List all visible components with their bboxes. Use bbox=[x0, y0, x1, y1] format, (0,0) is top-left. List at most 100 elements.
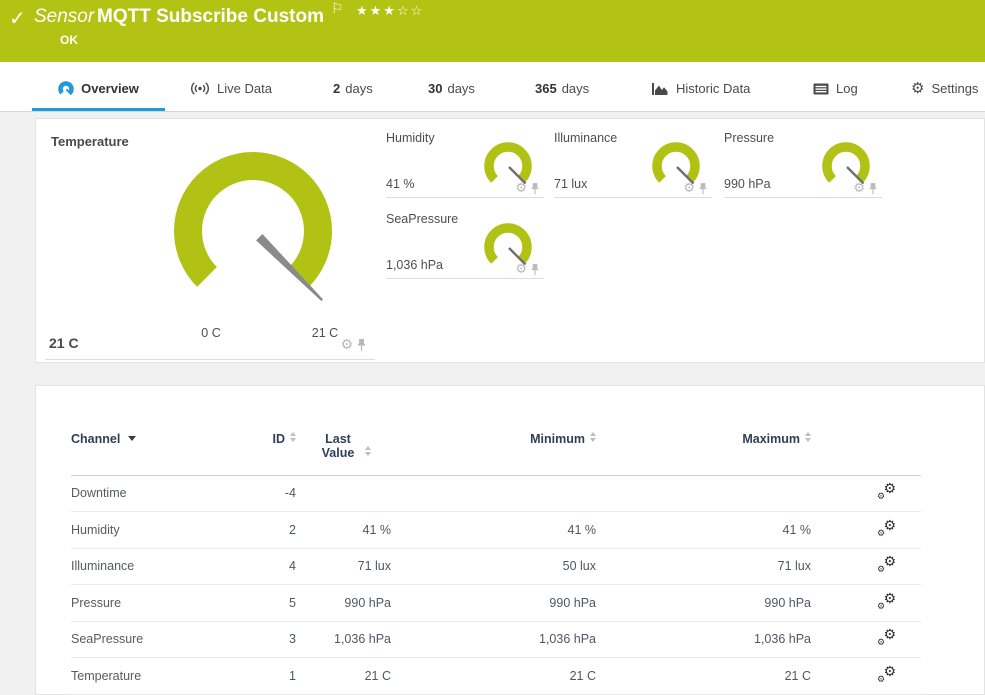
tab-bar: Overview Live Data 2 days 30 days 365 da… bbox=[0, 62, 985, 112]
tab-365-days[interactable]: 365 days bbox=[535, 62, 589, 111]
tab-30-days-number: 30 bbox=[428, 81, 442, 96]
gauge-current-value: 21 C bbox=[49, 335, 79, 351]
channel-settings-gear-icon[interactable]: ⚙ bbox=[515, 263, 527, 276]
status-badge: OK bbox=[60, 33, 78, 47]
tab-historic-data[interactable]: Historic Data bbox=[652, 62, 750, 111]
tab-settings[interactable]: ⚙ Settings bbox=[911, 62, 978, 111]
flag-icon[interactable]: ⚐ bbox=[331, 1, 344, 17]
gear-icon: ⚙ bbox=[883, 518, 896, 534]
tab-365-days-number: 365 bbox=[535, 81, 557, 96]
temperature-gauge bbox=[153, 141, 353, 321]
channel-minimum: 21 C bbox=[391, 658, 596, 695]
column-header-last-value-label: Last Value bbox=[316, 432, 360, 460]
channel-id: -4 bbox=[251, 475, 296, 512]
pin-icon[interactable] bbox=[698, 183, 708, 195]
area-chart-icon bbox=[652, 82, 669, 96]
channel-last-value bbox=[296, 475, 391, 512]
table-row[interactable]: Temperature 1 21 C 21 C 21 C ⚙⚙ bbox=[71, 658, 921, 695]
channel-maximum: 1,036 hPa bbox=[596, 621, 811, 658]
column-header-maximum[interactable]: Maximum bbox=[596, 386, 811, 475]
table-row[interactable]: SeaPressure 3 1,036 hPa 1,036 hPa 1,036 … bbox=[71, 621, 921, 658]
tab-overview[interactable]: Overview bbox=[32, 62, 165, 111]
gauge-tile-humidity[interactable]: Humidity 41 % ⚙ bbox=[386, 124, 544, 198]
tab-2-days-unit: days bbox=[345, 81, 372, 96]
channel-maximum: 21 C bbox=[596, 658, 811, 695]
priority-stars[interactable]: ★★★☆☆ bbox=[356, 4, 424, 19]
column-header-edit bbox=[811, 386, 921, 475]
gauge-scale-max: 21 C bbox=[307, 326, 343, 340]
pin-icon[interactable] bbox=[868, 183, 878, 195]
column-header-maximum-label: Maximum bbox=[742, 432, 800, 446]
gauge-current-value: 1,036 hPa bbox=[386, 258, 443, 272]
channel-id: 3 bbox=[251, 621, 296, 658]
gauges-panel: Temperature 0 C 21 C 21 C ⚙ Humidity 41 … bbox=[35, 118, 985, 363]
column-header-channel-label: Channel bbox=[71, 432, 120, 446]
channel-name: Temperature bbox=[71, 658, 251, 695]
gear-icon: ⚙ bbox=[883, 481, 896, 497]
channel-name: SeaPressure bbox=[71, 621, 251, 658]
gear-icon: ⚙ bbox=[883, 664, 896, 680]
tab-log[interactable]: Log bbox=[813, 62, 858, 111]
sensor-header: ✓ Sensor MQTT Subscribe Custom ⚐ ★★★☆☆ O… bbox=[0, 0, 985, 62]
column-header-minimum[interactable]: Minimum bbox=[391, 386, 596, 475]
edit-channel-gears-icon[interactable]: ⚙⚙ bbox=[877, 629, 896, 646]
channel-settings-gear-icon[interactable]: ⚙ bbox=[853, 182, 865, 195]
column-header-last-value[interactable]: Last Value bbox=[296, 386, 391, 475]
tab-live-data[interactable]: Live Data bbox=[190, 62, 272, 111]
tab-30-days[interactable]: 30 days bbox=[428, 62, 475, 111]
channel-last-value: 21 C bbox=[296, 658, 391, 695]
edit-channel-gears-icon[interactable]: ⚙⚙ bbox=[877, 593, 896, 610]
gear-icon: ⚙ bbox=[883, 591, 896, 607]
gear-icon: ⚙ bbox=[877, 602, 885, 612]
pin-icon[interactable] bbox=[356, 339, 367, 352]
tab-30-days-unit: days bbox=[447, 81, 474, 96]
sort-icon bbox=[590, 432, 596, 442]
column-header-channel[interactable]: Channel bbox=[71, 386, 251, 475]
gauge-tile-illuminance[interactable]: Illuminance 71 lux ⚙ bbox=[554, 124, 712, 198]
channel-minimum bbox=[391, 475, 596, 512]
channel-maximum: 990 hPa bbox=[596, 585, 811, 622]
tab-365-days-unit: days bbox=[562, 81, 589, 96]
gauge-title: Humidity bbox=[386, 131, 435, 145]
edit-channel-gears-icon[interactable]: ⚙⚙ bbox=[877, 520, 896, 537]
tab-log-label: Log bbox=[836, 81, 858, 96]
channel-id: 4 bbox=[251, 548, 296, 585]
pin-icon[interactable] bbox=[530, 183, 540, 195]
edit-channel-gears-icon[interactable]: ⚙⚙ bbox=[877, 483, 896, 500]
channel-maximum: 71 lux bbox=[596, 548, 811, 585]
channel-table-panel: Channel ID Last Value Minimum Maximum bbox=[35, 385, 985, 695]
column-header-id[interactable]: ID bbox=[251, 386, 296, 475]
gauge-title: Illuminance bbox=[554, 131, 617, 145]
channel-settings-gear-icon[interactable]: ⚙ bbox=[515, 182, 527, 195]
pin-icon[interactable] bbox=[530, 264, 540, 276]
table-row[interactable]: Downtime -4 ⚙⚙ bbox=[71, 475, 921, 512]
channel-minimum: 1,036 hPa bbox=[391, 621, 596, 658]
gauge-tile-seapressure[interactable]: SeaPressure 1,036 hPa ⚙ bbox=[386, 205, 544, 279]
object-kind-label: Sensor bbox=[34, 6, 94, 28]
edit-channel-gears-icon[interactable]: ⚙⚙ bbox=[877, 666, 896, 683]
tab-settings-label: Settings bbox=[931, 81, 978, 96]
table-row[interactable]: Humidity 2 41 % 41 % 41 % ⚙⚙ bbox=[71, 512, 921, 549]
channel-settings-gear-icon[interactable]: ⚙ bbox=[683, 182, 695, 195]
gear-icon: ⚙ bbox=[883, 627, 896, 643]
channel-settings-gear-icon[interactable]: ⚙ bbox=[340, 338, 353, 352]
tab-2-days[interactable]: 2 days bbox=[333, 62, 373, 111]
table-row[interactable]: Pressure 5 990 hPa 990 hPa 990 hPa ⚙⚙ bbox=[71, 585, 921, 622]
table-row[interactable]: Illuminance 4 71 lux 50 lux 71 lux ⚙⚙ bbox=[71, 548, 921, 585]
gauge-tile-temperature[interactable]: Temperature 0 C 21 C 21 C ⚙ bbox=[45, 123, 375, 360]
tab-historic-data-label: Historic Data bbox=[676, 81, 750, 96]
channel-last-value: 990 hPa bbox=[296, 585, 391, 622]
gear-icon: ⚙ bbox=[911, 81, 924, 96]
tab-overview-label: Overview bbox=[81, 81, 139, 96]
channel-name: Illuminance bbox=[71, 548, 251, 585]
channel-id: 2 bbox=[251, 512, 296, 549]
gauge-tile-pressure[interactable]: Pressure 990 hPa ⚙ bbox=[724, 124, 882, 198]
channel-id: 5 bbox=[251, 585, 296, 622]
gear-icon: ⚙ bbox=[877, 492, 885, 502]
channel-maximum: 41 % bbox=[596, 512, 811, 549]
channel-last-value: 41 % bbox=[296, 512, 391, 549]
edit-channel-gears-icon[interactable]: ⚙⚙ bbox=[877, 556, 896, 573]
gear-icon: ⚙ bbox=[877, 565, 885, 575]
channel-id: 1 bbox=[251, 658, 296, 695]
gear-icon: ⚙ bbox=[883, 554, 896, 570]
